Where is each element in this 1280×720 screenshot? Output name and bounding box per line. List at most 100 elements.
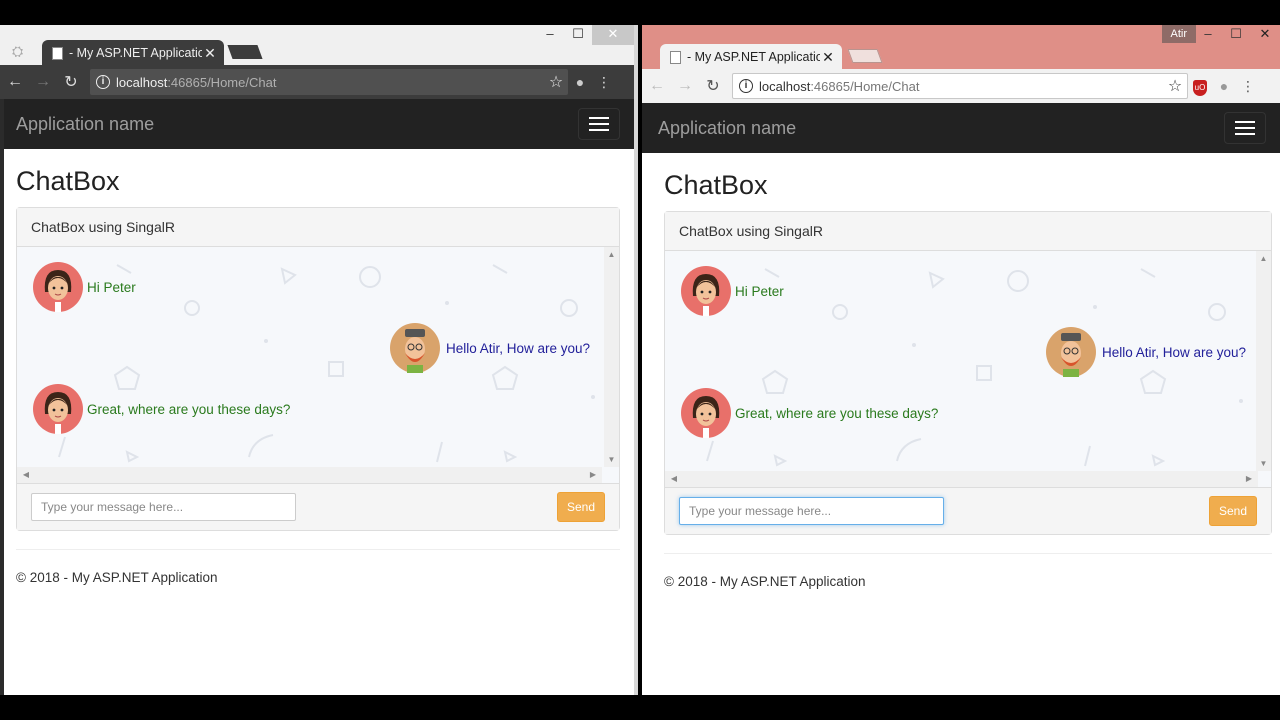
profile-badge[interactable]: Atir [1161, 25, 1196, 43]
message-text: Hello Atir, How are you? [446, 340, 591, 356]
close-window-button[interactable]: ✕ [1250, 25, 1280, 45]
incognito-icon: ⛭ [12, 43, 24, 59]
window-controls: – ☐ ✕ [1194, 25, 1280, 45]
chat-message: Hello Atir, How are you? [1046, 327, 1246, 377]
document-icon [670, 50, 681, 64]
document-icon [52, 46, 63, 60]
horizontal-scrollbar[interactable]: ◀ ▶ [17, 467, 602, 483]
browser-tab[interactable]: - My ASP.NET Applicatio ✕ [42, 40, 224, 66]
star-icon[interactable]: ☆ [1163, 76, 1187, 96]
navbar: Application name [0, 99, 634, 149]
chat-message: Hi Peter [33, 262, 136, 312]
menu-dots-icon[interactable]: ⋮ [592, 74, 616, 91]
panel-footer: Send [17, 483, 619, 530]
info-icon[interactable]: i [739, 79, 753, 93]
scroll-left-icon[interactable]: ◀ [667, 471, 681, 487]
chat-message: Hello Atir, How are you? [390, 323, 590, 373]
hipster-avatar [1046, 327, 1096, 377]
address-bar[interactable]: i localhost:46865/Home/Chat ☆ [90, 69, 568, 95]
message-input[interactable] [679, 497, 944, 525]
window-controls: – ☐ ✕ [536, 25, 634, 45]
tab-title: - My ASP.NET Applicatio [69, 46, 202, 60]
tab-close-icon[interactable]: ✕ [820, 49, 836, 66]
browser-toolbar: ← → ↻ i localhost:46865/Home/Chat ☆ ● ⋮ [0, 65, 634, 99]
tab-close-icon[interactable]: ✕ [202, 45, 218, 62]
scroll-left-icon[interactable]: ◀ [19, 467, 33, 483]
browser-tab[interactable]: - My ASP.NET Applicatio ✕ [660, 44, 842, 70]
window-border [0, 99, 4, 695]
vertical-scrollbar[interactable]: ▲ ▼ [1256, 251, 1271, 471]
reload-icon[interactable]: ↻ [58, 72, 84, 92]
left-browser-window: ⛭ - My ASP.NET Applicatio ✕ – ☐ ✕ ← → ↻ … [0, 25, 638, 695]
scroll-right-icon[interactable]: ▶ [586, 467, 600, 483]
url-host: localhost [759, 78, 811, 94]
info-icon[interactable]: i [96, 75, 110, 89]
girl-avatar [33, 384, 83, 434]
url-text: localhost:46865/Home/Chat [116, 75, 544, 90]
web-page: Application name ChatBox ChatBox using S… [642, 103, 1280, 695]
url-host: localhost [116, 74, 168, 90]
vertical-scrollbar[interactable]: ▲ ▼ [604, 247, 619, 467]
chat-message: Great, where are you these days? [33, 384, 290, 434]
scroll-down-icon[interactable]: ▼ [1256, 459, 1271, 468]
url-text: localhost:46865/Home/Chat [759, 79, 1163, 94]
maximize-button[interactable]: ☐ [1222, 25, 1250, 45]
message-input[interactable] [31, 493, 296, 521]
right-browser-window: - My ASP.NET Applicatio ✕ Atir – ☐ ✕ ← →… [642, 25, 1280, 695]
star-icon[interactable]: ☆ [544, 72, 568, 92]
scroll-up-icon[interactable]: ▲ [1256, 254, 1271, 263]
message-text: Hi Peter [735, 283, 784, 299]
girl-avatar [681, 388, 731, 438]
chat-panel: ChatBox using SingalR Hi Peter Hello Ati… [16, 207, 620, 531]
url-path: :46865/Home/Chat [810, 78, 920, 94]
extension-icon[interactable]: uO [1188, 77, 1212, 96]
footer-text: © 2018 - My ASP.NET Application [664, 574, 866, 589]
page-content: ChatBox ChatBox using SingalR Hi Peter H… [0, 166, 634, 585]
maximize-button[interactable]: ☐ [564, 25, 592, 45]
navbar-brand[interactable]: Application name [16, 114, 154, 135]
tab-title: - My ASP.NET Applicatio [687, 50, 820, 64]
scroll-up-icon[interactable]: ▲ [604, 250, 619, 259]
address-bar[interactable]: i localhost:46865/Home/Chat ☆ [732, 73, 1188, 99]
scroll-right-icon[interactable]: ▶ [1242, 471, 1256, 487]
chat-messages-area: Hi Peter Hello Atir, How are you? Great,… [665, 251, 1271, 487]
footer-text: © 2018 - My ASP.NET Application [16, 570, 218, 585]
divider [16, 549, 620, 550]
browser-toolbar: ← → ↻ i localhost:46865/Home/Chat ☆ uO ●… [642, 69, 1280, 103]
reload-icon[interactable]: ↻ [700, 76, 726, 96]
tab-strip: - My ASP.NET Applicatio ✕ Atir – ☐ ✕ [642, 25, 1280, 70]
send-button[interactable]: Send [557, 492, 605, 522]
minimize-button[interactable]: – [1194, 25, 1222, 45]
divider [664, 553, 1272, 554]
minimize-button[interactable]: – [536, 25, 564, 45]
navbar-brand[interactable]: Application name [658, 118, 796, 139]
extension-icon[interactable]: ● [1212, 78, 1236, 94]
page-title: ChatBox [664, 170, 768, 200]
chat-panel: ChatBox using SingalR Hi Peter Hello Ati… [664, 211, 1272, 535]
url-path: :46865/Home/Chat [167, 74, 277, 90]
message-text: Great, where are you these days? [87, 401, 291, 417]
new-tab-button[interactable] [227, 45, 263, 59]
chat-message: Great, where are you these days? [681, 388, 938, 438]
extension-icon[interactable]: ● [568, 74, 592, 90]
panel-heading: ChatBox using SingalR [17, 208, 619, 247]
back-arrow-icon[interactable]: ← [2, 73, 28, 91]
forward-arrow-icon[interactable]: → [30, 73, 56, 91]
new-tab-button[interactable] [847, 49, 883, 63]
tab-strip: ⛭ - My ASP.NET Applicatio ✕ – ☐ ✕ [0, 25, 634, 66]
horizontal-scrollbar[interactable]: ◀ ▶ [665, 471, 1258, 487]
menu-dots-icon[interactable]: ⋮ [1236, 78, 1260, 95]
message-text: Hello Atir, How are you? [1102, 344, 1247, 360]
back-arrow-icon[interactable]: ← [644, 77, 670, 95]
message-text: Hi Peter [87, 279, 136, 295]
forward-arrow-icon[interactable]: → [672, 77, 698, 95]
hamburger-icon[interactable] [578, 108, 620, 140]
close-window-button[interactable]: ✕ [592, 25, 634, 45]
hipster-avatar [390, 323, 440, 373]
chat-message: Hi Peter [681, 266, 784, 316]
hamburger-icon[interactable] [1224, 112, 1266, 144]
web-page: Application name ChatBox ChatBox using S… [0, 99, 634, 695]
scroll-down-icon[interactable]: ▼ [604, 455, 619, 464]
navbar: Application name [642, 103, 1280, 153]
send-button[interactable]: Send [1209, 496, 1257, 526]
